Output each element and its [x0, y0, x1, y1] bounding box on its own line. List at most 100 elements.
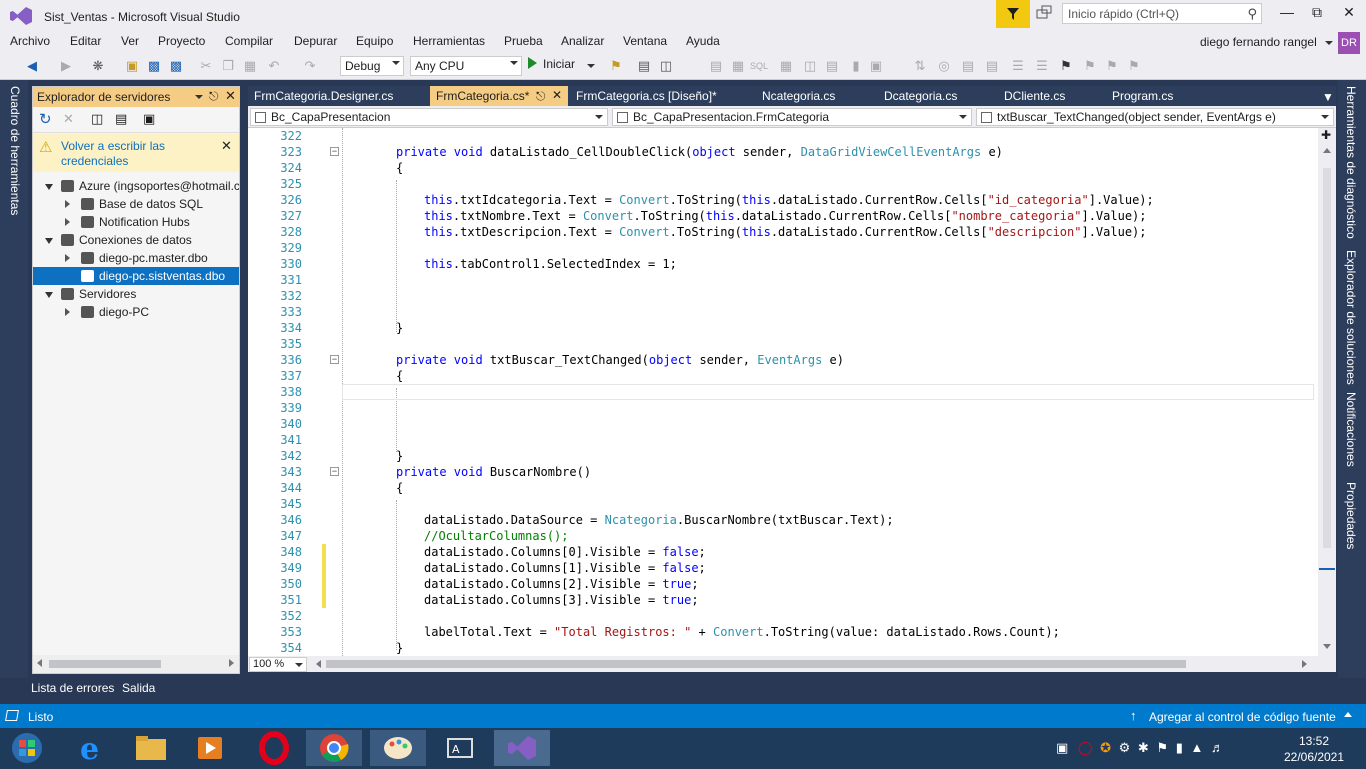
tab-dcliente[interactable]: DCliente.cs — [998, 86, 1104, 106]
bluetooth-icon[interactable]: ✱ — [1138, 740, 1149, 755]
collapse-icon[interactable]: − — [330, 467, 339, 476]
connect-database-icon[interactable]: ◫ — [91, 111, 103, 127]
menu-prueba[interactable]: Prueba — [504, 34, 543, 48]
code-line[interactable]: } — [396, 448, 403, 464]
tray-app-icon[interactable]: ▣ — [1056, 740, 1068, 755]
pin-icon[interactable]: ⎋ — [536, 89, 546, 104]
format-icon[interactable]: ◫ — [802, 58, 818, 74]
stop-icon[interactable]: ✕ — [63, 111, 74, 127]
code-line[interactable]: { — [396, 368, 403, 384]
menu-ventana[interactable]: Ventana — [623, 34, 667, 48]
expanded-icon[interactable] — [45, 292, 53, 298]
toolbox-icon[interactable]: ◫ — [658, 58, 674, 74]
cut-icon[interactable]: ✂ — [198, 58, 214, 74]
chart-icon[interactable]: ▮ — [848, 58, 864, 74]
avatar[interactable]: DR — [1338, 32, 1360, 54]
chrome-icon[interactable] — [306, 730, 362, 766]
collapsed-icon[interactable] — [65, 308, 70, 316]
notifications-tab[interactable]: Notificaciones — [1344, 392, 1358, 467]
close-icon[interactable]: ✕ — [552, 88, 562, 102]
chevron-down-icon[interactable] — [1325, 41, 1333, 45]
prev-bookmark-icon[interactable]: ⚑ — [1082, 58, 1098, 74]
bookmark-icon[interactable]: ⚑ — [1058, 58, 1074, 74]
flag-icon[interactable]: ⚑ — [1156, 740, 1168, 755]
horizontal-scrollbar[interactable] — [33, 655, 239, 673]
code-line[interactable]: dataListado.Columns[3].Visible = true; — [424, 592, 699, 608]
credentials-warning[interactable]: ⚠ Volver a escribir las credenciales ✕ — [33, 134, 239, 172]
tree-item[interactable]: Servidores — [33, 285, 239, 303]
split-icon[interactable]: ✚ — [1321, 128, 1331, 142]
collapse-icon[interactable]: − — [330, 147, 339, 156]
code-line[interactable]: this.tabControl1.SelectedIndex = 1; — [424, 256, 677, 272]
new-project-icon[interactable]: ❋ — [90, 58, 106, 74]
copy-icon[interactable]: ❐ — [220, 58, 236, 74]
open-file-icon[interactable]: ▣ — [124, 58, 140, 74]
taskbar-clock[interactable]: 13:52 22/06/2021 — [1282, 733, 1346, 765]
close-button[interactable]: ✕ — [1334, 4, 1364, 24]
platform-select[interactable]: Any CPU — [410, 56, 522, 76]
paste-icon[interactable]: ▦ — [242, 58, 258, 74]
solution-explorer-tab[interactable]: Explorador de soluciones — [1344, 250, 1358, 385]
tree-item[interactable]: diego-pc.master.dbo — [33, 249, 239, 267]
tree-item[interactable]: diego-pc.sistventas.dbo — [33, 267, 239, 285]
menu-compilar[interactable]: Compilar — [225, 34, 273, 48]
menu-editar[interactable]: Editar — [70, 34, 101, 48]
horizontal-scrollbar[interactable] — [314, 656, 1310, 672]
connect-azure-icon[interactable]: ▣ — [143, 111, 155, 127]
layout-icon[interactable]: ▤ — [824, 58, 840, 74]
code-line[interactable]: } — [396, 320, 403, 336]
code-line[interactable]: this.txtIdcategoria.Text = Convert.ToStr… — [424, 192, 1154, 208]
toolbox-tab[interactable]: Cuadro de herramientas — [8, 86, 22, 215]
center-icon[interactable]: ◎ — [936, 58, 952, 74]
lock-icon[interactable]: ▤ — [984, 58, 1000, 74]
chevron-up-icon[interactable] — [1344, 712, 1352, 717]
quick-launch-input[interactable]: Inicio rápido (Ctrl+Q) ⚲ — [1062, 3, 1262, 24]
tab-error-list[interactable]: Lista de errores — [31, 681, 114, 695]
maximize-button[interactable]: ⧉ — [1302, 4, 1332, 24]
internet-explorer-icon[interactable]: e — [62, 730, 118, 767]
save-all-icon[interactable]: ▩ — [168, 58, 184, 74]
code-line[interactable]: dataListado.Columns[0].Visible = false; — [424, 544, 706, 560]
code-line[interactable]: private void BuscarNombre() — [396, 464, 591, 480]
close-icon[interactable]: ✕ — [221, 138, 232, 154]
translator-icon[interactable]: A — [432, 730, 488, 766]
start-button[interactable]: Iniciar — [528, 57, 575, 71]
tab-program[interactable]: Program.cs — [1106, 86, 1214, 106]
code-line[interactable]: this.txtNombre.Text = Convert.ToString(t… — [424, 208, 1147, 224]
code-line[interactable]: private void txtBuscar_TextChanged(objec… — [396, 352, 844, 368]
menu-proyecto[interactable]: Proyecto — [158, 34, 205, 48]
paint-icon[interactable] — [370, 730, 426, 766]
next-bookmark-icon[interactable]: ⚑ — [1104, 58, 1120, 74]
collapsed-icon[interactable] — [65, 254, 70, 262]
file-explorer-icon[interactable] — [122, 730, 178, 766]
warning-text[interactable]: Volver a escribir las credenciales — [61, 139, 211, 169]
sql-icon[interactable]: SQL — [750, 58, 768, 74]
minimize-button[interactable]: — — [1272, 4, 1302, 24]
order-icon[interactable]: ▤ — [960, 58, 976, 74]
chevron-down-icon[interactable] — [195, 95, 203, 99]
refresh-icon[interactable]: ↻ — [39, 110, 52, 128]
source-control-button[interactable]: Agregar al control de código fuente — [1149, 710, 1336, 724]
menu-herramientas[interactable]: Herramientas — [413, 34, 485, 48]
tray-avast-icon[interactable]: ✪ — [1100, 740, 1111, 755]
comment-icon[interactable]: ☰ — [1010, 58, 1026, 74]
signal-icon[interactable]: ▲ — [1191, 740, 1204, 755]
tray-opera-icon[interactable]: ◯ — [1078, 740, 1093, 755]
tab-overflow-icon[interactable]: ▼ — [1322, 90, 1334, 104]
clear-bookmarks-icon[interactable]: ⚑ — [1126, 58, 1142, 74]
code-line[interactable]: this.txtDescripcion.Text = Convert.ToStr… — [424, 224, 1147, 240]
tree-item[interactable]: Base de datos SQL — [33, 195, 239, 213]
menu-ayuda[interactable]: Ayuda — [686, 34, 720, 48]
collapsed-icon[interactable] — [65, 218, 70, 226]
solution-explorer-icon[interactable]: ▤ — [636, 58, 652, 74]
spacing-icon[interactable]: ⇅ — [912, 58, 928, 74]
find-icon[interactable]: ⚑ — [608, 58, 624, 74]
code-line[interactable]: dataListado.Columns[1].Visible = false; — [424, 560, 706, 576]
code-line[interactable]: } — [396, 640, 403, 656]
tree-item[interactable]: diego-PC — [33, 303, 239, 321]
collapsed-icon[interactable] — [65, 200, 70, 208]
code-line[interactable]: //OcultarColumnas(); — [424, 528, 569, 544]
code-line[interactable]: { — [396, 160, 403, 176]
start-menu-button[interactable] — [2, 730, 58, 766]
pin-icon[interactable]: ⎋ — [209, 89, 219, 104]
